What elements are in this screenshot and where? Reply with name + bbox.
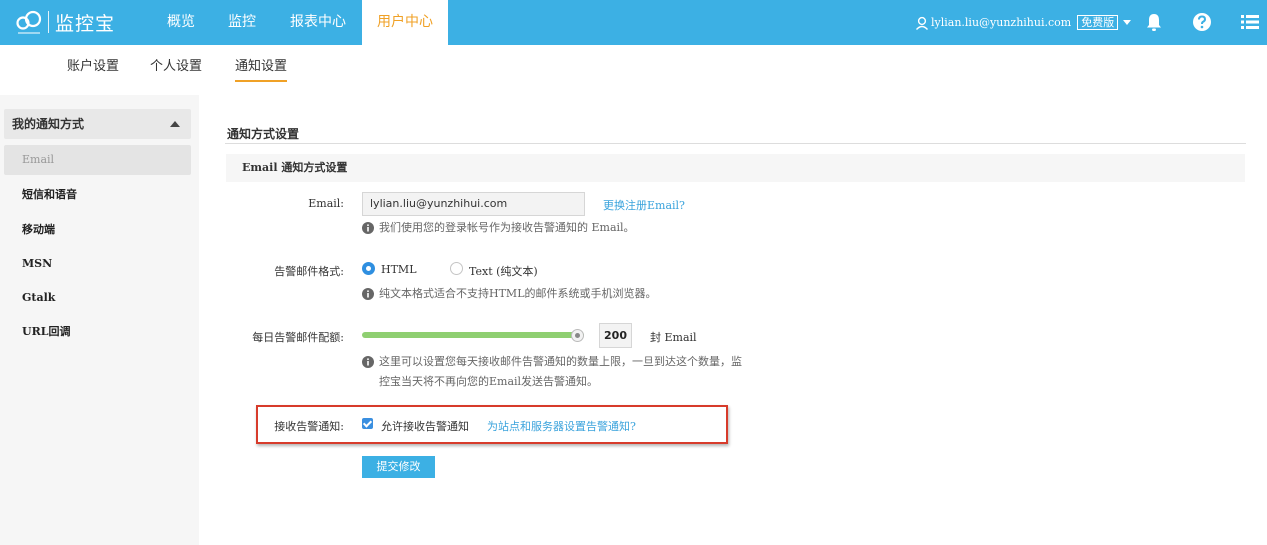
quota-hint-line1: 这里可以设置您每天接收邮件告警通知的数量上限，一旦到达这个数量，监 <box>379 355 742 368</box>
tab-notification-settings[interactable]: 通知设置 <box>235 55 288 82</box>
format-hint: 纯文本格式适合不支持HTML的邮件系统或手机浏览器。 <box>362 284 657 304</box>
quota-value-field[interactable]: 200 <box>599 323 632 348</box>
top-navigation-bar: 监控宝 概览 监控 报表中心 用户中心 lylian.liu@yunzhihui… <box>0 0 1267 45</box>
format-text-radio[interactable] <box>450 262 463 275</box>
user-email: lylian.liu@yunzhihui.com <box>931 16 1072 29</box>
sidebar-item-mobile[interactable]: 移动端 <box>4 215 191 245</box>
nav-overview[interactable]: 概览 <box>158 0 204 45</box>
set-site-alerts-link[interactable]: 为站点和服务器设置告警通知? <box>487 418 636 434</box>
section-divider <box>225 143 1246 144</box>
change-email-link[interactable]: 更换注册Email? <box>603 197 685 213</box>
chevron-up-icon <box>170 121 180 127</box>
receive-label: 接收告警通知: <box>274 420 344 433</box>
sidebar-item-sms-voice[interactable]: 短信和语音 <box>4 180 191 210</box>
format-text-label[interactable]: Text (纯文本) <box>469 263 538 279</box>
format-html-radio[interactable] <box>362 262 375 275</box>
menu-list-icon[interactable] <box>1239 11 1261 33</box>
sidebar-header-label: 我的通知方式 <box>12 117 85 131</box>
cloud-logo-icon <box>16 10 42 34</box>
sidebar-item-msn[interactable]: MSN <box>4 249 191 279</box>
quota-hint-line2: 控宝当天将不再向您的Email发送告警通知。 <box>379 375 599 388</box>
user-menu[interactable]: lylian.liu@yunzhihui.com 免费版 <box>915 0 1132 45</box>
allow-alerts-label[interactable]: 允许接收告警通知 <box>381 418 469 434</box>
info-icon <box>362 222 374 234</box>
quota-slider-handle[interactable] <box>571 329 584 342</box>
logo-text: 监控宝 <box>55 12 116 35</box>
plan-badge: 免费版 <box>1077 15 1119 30</box>
help-icon[interactable] <box>1191 11 1213 33</box>
email-hint: 我们使用您的登录帐号作为接收告警通知的 Email。 <box>362 218 635 238</box>
panel-title: Email 通知方式设置 <box>226 154 1245 182</box>
quota-unit: 封 Email <box>650 331 697 344</box>
logo-divider <box>48 11 49 33</box>
format-label: 告警邮件格式: <box>274 265 344 278</box>
quota-hint: 这里可以设置您每天接收邮件告警通知的数量上限，一旦到达这个数量，监 控宝当天将不… <box>362 352 762 392</box>
info-icon <box>362 288 374 300</box>
quota-label: 每日告警邮件配额: <box>252 331 344 344</box>
format-html-label[interactable]: HTML <box>381 263 417 276</box>
sidebar: 我的通知方式 Email 短信和语音 移动端 MSN Gtalk URL回调 <box>0 95 199 545</box>
sub-tabs: 账户设置 个人设置 通知设置 <box>0 45 1267 95</box>
quota-hint-text: 这里可以设置您每天接收邮件告警通知的数量上限，一旦到达这个数量，监 控宝当天将不… <box>379 352 742 392</box>
user-icon <box>915 16 929 30</box>
email-hint-text: 我们使用您的登录帐号作为接收告警通知的 Email。 <box>379 221 635 234</box>
info-icon <box>362 356 374 368</box>
sidebar-item-url-callback[interactable]: URL回调 <box>4 317 191 347</box>
tab-personal-settings[interactable]: 个人设置 <box>150 55 202 82</box>
bell-icon[interactable] <box>1143 11 1165 33</box>
allow-alerts-checkbox[interactable] <box>362 418 373 429</box>
nav-monitor[interactable]: 监控 <box>219 0 265 45</box>
logo[interactable]: 监控宝 <box>14 6 115 38</box>
sidebar-header-notification-methods[interactable]: 我的通知方式 <box>4 109 191 139</box>
email-field: lylian.liu@yunzhihui.com <box>362 192 585 216</box>
sidebar-item-gtalk[interactable]: Gtalk <box>4 283 191 313</box>
section-title: 通知方式设置 <box>227 127 300 141</box>
nav-reports[interactable]: 报表中心 <box>283 0 353 45</box>
format-hint-text: 纯文本格式适合不支持HTML的邮件系统或手机浏览器。 <box>379 287 657 300</box>
tab-account-settings[interactable]: 账户设置 <box>67 55 119 82</box>
chevron-down-icon <box>1123 20 1132 25</box>
email-label: Email: <box>308 197 344 210</box>
quota-slider[interactable] <box>362 332 584 338</box>
nav-user-center[interactable]: 用户中心 <box>362 0 448 45</box>
submit-button[interactable]: 提交修改 <box>362 456 435 478</box>
sidebar-item-email[interactable]: Email <box>4 145 191 175</box>
